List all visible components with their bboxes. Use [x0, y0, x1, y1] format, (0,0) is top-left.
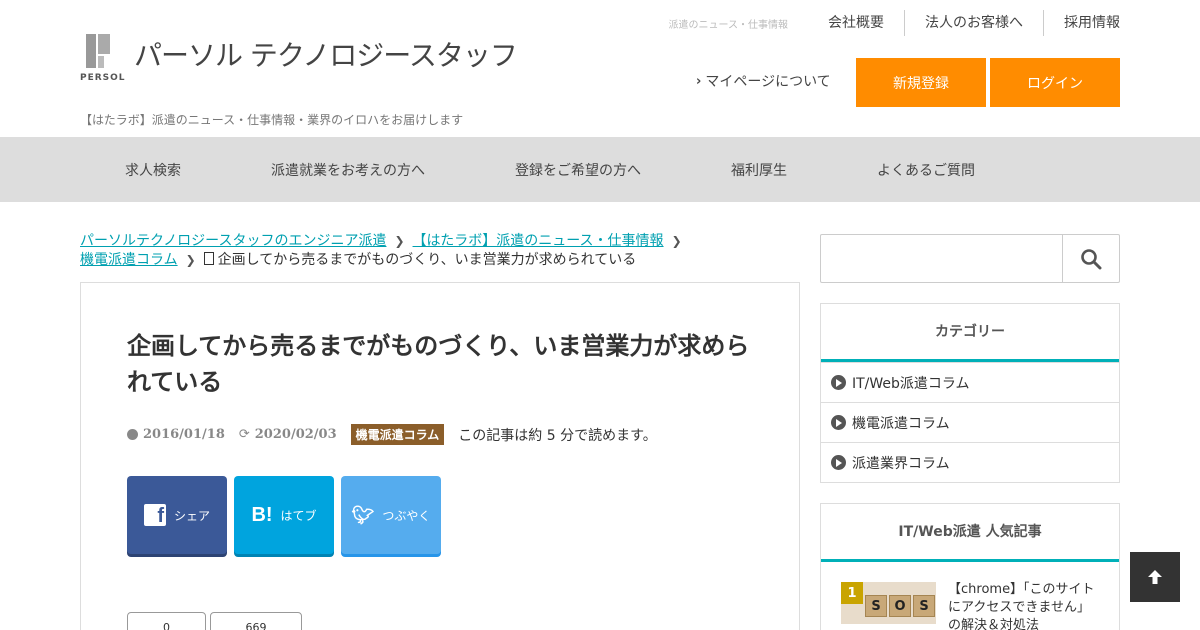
chevron-right-icon: ❯	[394, 234, 405, 248]
popular-item-title: 【chrome】「このサイトにアクセスできません」の解決＆対処法	[948, 582, 1095, 630]
article-card: 企画してから売るまでがものづくり、いま営業力が求められている 2016/01/1…	[80, 282, 800, 630]
register-button[interactable]: 新規登録	[856, 58, 986, 107]
thumb-letter: S	[865, 595, 887, 617]
logo-small-text: PERSOL	[80, 73, 126, 83]
hatena-icon: B!	[251, 503, 273, 526]
popular-title: IT/Web派遣 人気記事	[821, 504, 1119, 562]
twitter-share-label: つぶやく	[382, 508, 431, 523]
categories-widget: カテゴリー IT/Web派遣コラム 機電派遣コラム 派遣業界コラム	[820, 303, 1120, 483]
breadcrumb-link-top[interactable]: パーソルテクノロジースタッフのエンジニア派遣	[80, 233, 386, 249]
mypage-label: マイページについて	[705, 74, 831, 90]
hatena-label: はてブ	[280, 508, 317, 523]
mypage-link[interactable]: › マイページについて	[696, 71, 831, 91]
search-button[interactable]	[1062, 235, 1119, 282]
read-time: この記事は約 5 分で読めます。	[458, 427, 657, 444]
arrow-up-icon	[1148, 570, 1162, 584]
published-date: 2016/01/18	[143, 427, 225, 442]
search-box	[820, 234, 1120, 283]
facebook-share-button[interactable]: f シェア	[127, 476, 227, 554]
chevron-right-icon: ❯	[185, 253, 196, 267]
thumb-letter: S	[913, 595, 935, 617]
back-to-top-button[interactable]	[1130, 552, 1180, 602]
site-logo[interactable]: PERSOL パーソル テクノロジースタッフ	[80, 34, 518, 83]
breadcrumb-link-category[interactable]: 機電派遣コラム	[80, 252, 178, 268]
arrow-circle-icon	[831, 455, 846, 470]
breadcrumb-current: 企画してから売るまでがものづくり、いま営業力が求められている	[217, 252, 637, 268]
clock-icon	[127, 429, 138, 440]
facebook-icon: f	[143, 504, 166, 526]
nav-item-welfare[interactable]: 福利厚生	[731, 137, 787, 202]
site-header: PERSOL パーソル テクノロジースタッフ 【はたラボ】派遣のニュース・仕事情…	[0, 0, 1200, 137]
global-nav: 求人検索 派遣就業をお考えの方へ 登録をご希望の方へ 福利厚生 よくあるご質問	[0, 137, 1200, 202]
share-count: 0	[127, 612, 206, 630]
login-button[interactable]: ログイン	[990, 58, 1120, 107]
search-icon	[1081, 248, 1102, 269]
nav-item-job-search[interactable]: 求人検索	[125, 137, 181, 202]
twitter-share-button[interactable]: 🐦︎ つぶやく	[341, 476, 441, 554]
top-links: 派遣のニュース・仕事情報 会社概要 法人のお客様へ 採用情報	[669, 10, 1120, 36]
top-small-link[interactable]: 派遣のニュース・仕事情報	[669, 16, 789, 31]
arrow-circle-icon	[831, 415, 846, 430]
facebook-share-label: シェア	[173, 508, 210, 523]
nav-item-faq[interactable]: よくあるご質問	[877, 137, 975, 202]
nav-item-registration[interactable]: 登録をご希望の方へ	[515, 137, 641, 202]
document-icon	[203, 252, 214, 265]
category-item-kiden[interactable]: 機電派遣コラム	[821, 402, 1119, 442]
category-item-itweb[interactable]: IT/Web派遣コラム	[821, 362, 1119, 402]
top-link-company[interactable]: 会社概要	[808, 10, 904, 36]
search-input[interactable]	[821, 235, 1063, 282]
top-link-recruit[interactable]: 採用情報	[1043, 10, 1120, 36]
article-title: 企画してから売るまでがものづくり、いま営業力が求められている	[127, 332, 750, 396]
category-item-industry[interactable]: 派遣業界コラム	[821, 442, 1119, 482]
arrow-circle-icon	[831, 375, 846, 390]
share-buttons: f シェア B! はてブ 🐦︎ つぶやく	[127, 476, 448, 554]
chevron-right-icon: ❯	[671, 234, 682, 248]
chevron-right-icon: ›	[696, 73, 702, 89]
category-label: 派遣業界コラム	[852, 455, 950, 472]
category-label: IT/Web派遣コラム	[852, 375, 970, 392]
nav-item-considering[interactable]: 派遣就業をお考えの方へ	[271, 137, 425, 202]
logo-name: パーソル テクノロジースタッフ	[134, 39, 518, 72]
popular-widget: IT/Web派遣 人気記事 S O S 1 【chrome】「このサイトにアクセ…	[820, 503, 1120, 630]
persol-logo-mark: PERSOL	[80, 34, 125, 83]
category-badge[interactable]: 機電派遣コラム	[350, 424, 445, 445]
categories-title: カテゴリー	[821, 304, 1119, 362]
hatena-bookmark-button[interactable]: B! はてブ	[234, 476, 334, 554]
category-label: 機電派遣コラム	[852, 415, 950, 432]
refresh-icon: ⟳	[238, 427, 250, 442]
site-tagline: 【はたラボ】派遣のニュース・仕事情報・業界のイロハをお届けします	[80, 113, 464, 127]
popular-item[interactable]: S O S 1 【chrome】「このサイトにアクセスできません」の解決＆対処法	[841, 582, 1101, 630]
breadcrumb-link-news[interactable]: 【はたラボ】派遣のニュース・仕事情報	[413, 233, 664, 249]
rank-badge: 1	[841, 582, 863, 604]
share-count: 669	[210, 612, 302, 630]
breadcrumb: パーソルテクノロジースタッフのエンジニア派遣 ❯ 【はたラボ】派遣のニュース・仕事情…	[80, 232, 800, 270]
thumb-letter: O	[889, 595, 911, 617]
share-counts: 0 669	[127, 612, 306, 630]
top-link-corporate[interactable]: 法人のお客様へ	[904, 10, 1043, 36]
updated-date: 2020/02/03	[254, 427, 337, 442]
twitter-icon: 🐦︎	[351, 504, 375, 525]
article-meta: 2016/01/18 ⟳ 2020/02/03 機電派遣コラム この記事は約 5…	[127, 424, 657, 445]
